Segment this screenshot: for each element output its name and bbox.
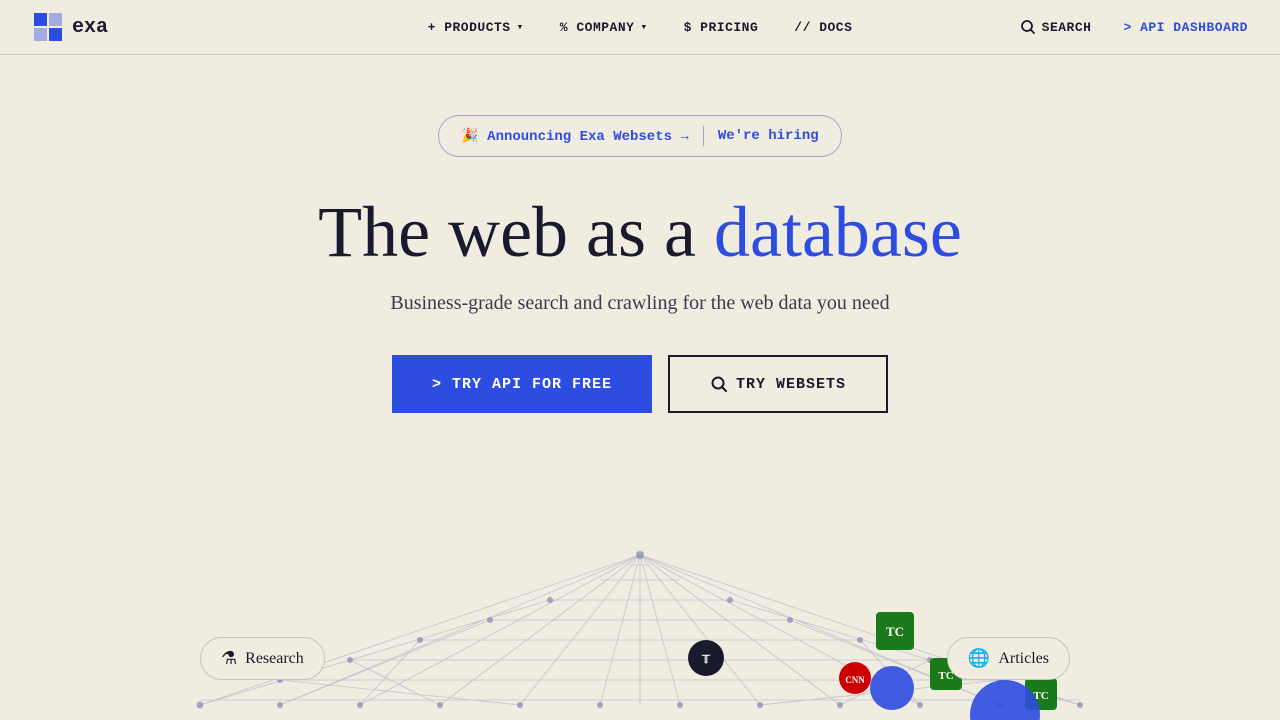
announcement-divider [703,126,704,146]
chevron-down-icon: ▾ [640,20,647,34]
cta-buttons: > TRY API FOR FREE TRY WEBSETS [392,355,888,413]
nav-products[interactable]: + PRODUCTS ▾ [428,20,524,35]
try-api-button[interactable]: > TRY API FOR FREE [392,355,652,413]
svg-text:CNN: CNN [845,675,865,685]
logo[interactable]: exa [32,11,108,43]
nav-company[interactable]: % COMPANY ▾ [560,20,648,35]
flask-icon: ⚗ [221,648,237,669]
hero-title: The web as a database [318,193,962,272]
svg-text:TC: TC [886,624,904,639]
hero-title-part1: The web as a [318,192,714,272]
research-label[interactable]: ⚗ Research [200,637,325,680]
logo-text: exa [72,16,108,39]
articles-label-text: Articles [998,650,1049,668]
hero-section: 🎉 Announcing Exa Websets → We're hiring … [0,55,1280,473]
nav-links: + PRODUCTS ▾ % COMPANY ▾ $ PRICING // DO… [428,20,853,35]
nav-pricing[interactable]: $ PRICING [684,20,759,35]
hero-title-highlight: database [714,192,962,272]
announcement-left: 🎉 Announcing Exa Websets → [461,128,688,145]
nav-right: SEARCH > API DASHBOARD [1020,19,1248,35]
nav-docs[interactable]: // DOCS [794,20,852,35]
svg-text:𝕋: 𝕋 [701,654,711,666]
navigation: exa + PRODUCTS ▾ % COMPANY ▾ $ PRICING /… [0,0,1280,55]
globe-icon: 🌐 [968,648,990,669]
api-dashboard-link[interactable]: > API DASHBOARD [1123,20,1248,35]
network-visualization: TC TC TC 𝕋 CNN ⚗ Research 🌐 Articles [0,490,1280,720]
articles-label[interactable]: 🌐 Articles [947,637,1070,680]
chevron-down-icon: ▾ [517,20,524,34]
announcement-banner[interactable]: 🎉 Announcing Exa Websets → We're hiring [438,115,841,157]
search-icon [710,375,728,393]
network-svg: TC TC TC 𝕋 CNN [0,490,1280,720]
try-websets-button[interactable]: TRY WEBSETS [668,355,888,413]
search-button[interactable]: SEARCH [1020,19,1092,35]
announcement-right: We're hiring [718,128,819,144]
research-label-text: Research [245,650,304,668]
hero-subtitle: Business-grade search and crawling for t… [390,292,889,315]
search-icon [1020,19,1036,35]
